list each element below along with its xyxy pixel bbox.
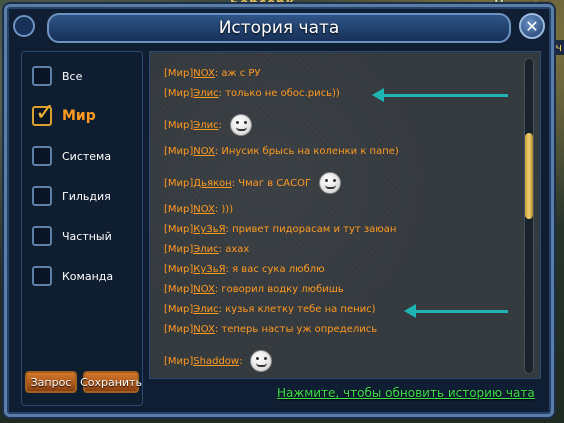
window-title: История чата bbox=[218, 18, 340, 38]
chat-message: [Мир] Элис: только не обос.рись)) bbox=[164, 88, 340, 99]
filter-private[interactable]: Частный bbox=[32, 226, 112, 246]
annotation-arrow bbox=[372, 88, 508, 102]
chat-message: [Мир] Дьякон: Чмаг в САСОГ bbox=[164, 172, 342, 194]
filter-all[interactable]: Все bbox=[32, 66, 82, 86]
title-bar[interactable]: История чата bbox=[47, 13, 511, 43]
checkbox-all[interactable] bbox=[32, 66, 52, 86]
chat-message: [Мир] Элис: ахах bbox=[164, 244, 250, 255]
checkbox-system[interactable] bbox=[32, 146, 52, 166]
shouting-smiley-icon bbox=[319, 172, 342, 194]
chat-scrollbar[interactable] bbox=[524, 58, 534, 374]
checkbox-guild[interactable] bbox=[32, 186, 52, 206]
chat-log[interactable]: [Мир] NOX: аж с РУ [Мир] Элис: только не о… bbox=[149, 51, 541, 379]
player-name-link[interactable]: Дьякон bbox=[193, 178, 231, 189]
filter-guild[interactable]: Гильдия bbox=[32, 186, 111, 206]
corner-ornament bbox=[13, 15, 35, 37]
chat-message: [Мир] Элис: bbox=[164, 114, 253, 136]
ghost-smiley-icon bbox=[250, 350, 273, 372]
refresh-history-link[interactable]: Нажмите, чтобы обновить историю чата bbox=[277, 386, 535, 400]
player-name-link[interactable]: Элис bbox=[193, 244, 218, 255]
player-name-link[interactable]: NOX bbox=[193, 324, 215, 335]
grin-smiley-icon bbox=[230, 114, 253, 136]
chat-message: [Мир] Shaddow: bbox=[164, 350, 273, 372]
scroll-thumb[interactable] bbox=[525, 133, 533, 219]
checkbox-world[interactable]: ✓ bbox=[32, 100, 55, 126]
player-name-link[interactable]: КуЗьЯ bbox=[193, 264, 225, 275]
filter-label-team: Команда bbox=[62, 269, 114, 283]
filter-label-guild: Гильдия bbox=[62, 189, 111, 203]
chat-history-window: История чата ✕ Все ✓ Мир Система Гильдия… bbox=[4, 4, 554, 417]
player-name-link[interactable]: Shaddow bbox=[193, 356, 239, 367]
player-name-link[interactable]: NOX bbox=[193, 146, 215, 157]
chat-message: [Мир] Элис: кузья клетку тебе на пенис) bbox=[164, 304, 376, 315]
player-name-link[interactable]: Элис bbox=[193, 88, 218, 99]
chat-message: [Мир] NOX: ))) bbox=[164, 204, 234, 215]
chat-message: [Мир] NOX: аж с РУ bbox=[164, 68, 261, 79]
annotation-arrow bbox=[404, 304, 508, 318]
chat-message: [Мир] NOX: Инусик брысь на коленки к папе… bbox=[164, 146, 399, 157]
chat-message: [Мир] NOX: говорил водку любишь bbox=[164, 284, 344, 295]
filter-label-system: Система bbox=[62, 149, 112, 163]
player-name-link[interactable]: NOX bbox=[193, 68, 215, 79]
checkbox-team[interactable] bbox=[32, 266, 52, 286]
close-icon: ✕ bbox=[525, 16, 539, 36]
save-button[interactable]: Сохранить bbox=[80, 371, 142, 393]
checkmark-icon: ✓ bbox=[35, 98, 56, 126]
player-name-link[interactable]: NOX bbox=[193, 204, 215, 215]
filter-world[interactable]: ✓ Мир bbox=[32, 100, 96, 126]
checkbox-private[interactable] bbox=[32, 226, 52, 246]
channel-filter-panel: Все ✓ Мир Система Гильдия Частный Команд… bbox=[21, 51, 143, 406]
player-name-link[interactable]: КуЗьЯ bbox=[193, 224, 225, 235]
filter-label-private: Частный bbox=[62, 229, 112, 243]
chat-message: [Мир] КуЗьЯ: привет пидорасам и тут заюан bbox=[164, 224, 397, 235]
player-name-link[interactable]: NOX bbox=[193, 284, 215, 295]
filter-label-all: Все bbox=[62, 69, 83, 83]
request-button[interactable]: Запрос bbox=[25, 371, 77, 393]
chat-message: [Мир] NOX: теперь насты уж определись bbox=[164, 324, 378, 335]
filter-team[interactable]: Команда bbox=[32, 266, 113, 286]
close-button[interactable]: ✕ bbox=[519, 13, 545, 39]
chat-message: [Мир] КуЗьЯ: я вас сука люблю bbox=[164, 264, 325, 275]
filter-label-world: Мир bbox=[62, 108, 96, 124]
filter-system[interactable]: Система bbox=[32, 146, 111, 166]
player-name-link[interactable]: Элис bbox=[193, 120, 218, 131]
player-name-link[interactable]: Элис bbox=[193, 304, 218, 315]
